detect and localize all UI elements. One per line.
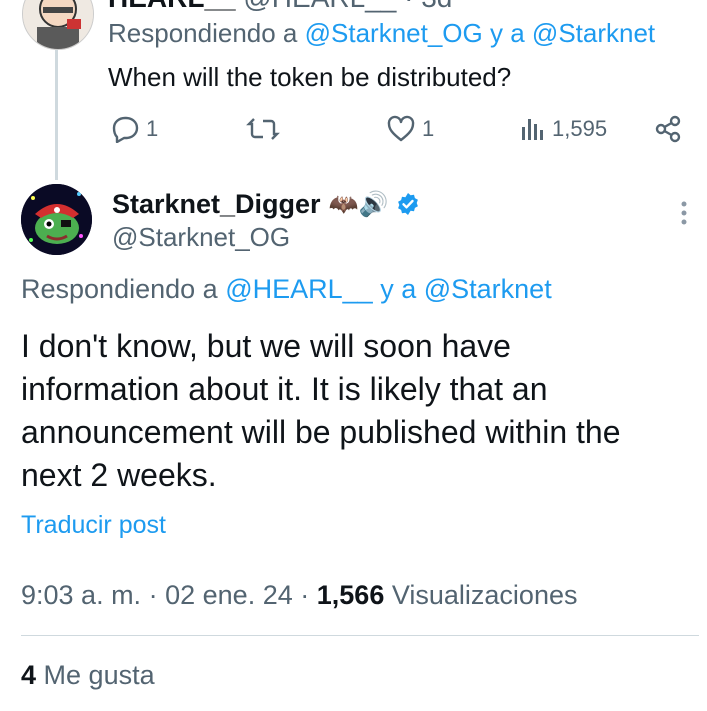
parent-avatar[interactable] xyxy=(22,0,94,50)
likes-summary[interactable]: 4 Me gusta xyxy=(21,660,155,691)
main-mention-1[interactable]: @HEARL__ xyxy=(225,274,372,304)
divider xyxy=(21,635,699,636)
post-date[interactable]: 02 ene. 24 xyxy=(165,580,293,610)
post-text: I don't know, but we will soon have info… xyxy=(21,328,621,493)
like-button[interactable]: 1 xyxy=(386,113,434,145)
likes-total: 4 xyxy=(21,660,37,690)
parent-header: HEARL__ @HEARL__ · 3d xyxy=(108,0,452,14)
parent-separator: · xyxy=(404,0,413,13)
views-total: 1,566 xyxy=(316,580,385,610)
thread-connector-line xyxy=(55,50,58,180)
heart-icon xyxy=(387,115,415,142)
views-count: 1,595 xyxy=(552,116,608,141)
name-emoji: 🦇🔊 xyxy=(328,190,389,218)
parent-replying-and: y a xyxy=(490,18,525,48)
views-button[interactable]: 1,595 xyxy=(520,113,607,145)
author-name[interactable]: Starknet_Digger xyxy=(112,189,321,220)
retweet-icon xyxy=(246,118,280,140)
parent-replying-to: Respondiendo a @Starknet_OG y a @Starkne… xyxy=(108,18,655,49)
meta-separator: · xyxy=(148,580,158,610)
retweet-button[interactable] xyxy=(246,113,280,145)
parent-time[interactable]: 3d xyxy=(421,0,452,13)
like-count: 1 xyxy=(422,116,435,141)
parent-text: When will the token be distributed? xyxy=(108,62,512,92)
main-replying-to: Respondiendo a @HEARL__ y a @Starknet xyxy=(21,274,552,305)
share-button[interactable] xyxy=(654,113,682,145)
parent-mention-1[interactable]: @Starknet_OG xyxy=(305,18,483,48)
meta-separator: · xyxy=(300,580,310,610)
parent-author-handle[interactable]: @HEARL__ xyxy=(243,0,396,13)
main-mention-2[interactable]: @Starknet xyxy=(424,274,552,304)
main-replying-prefix: Respondiendo a xyxy=(21,274,218,304)
views-bars-icon xyxy=(522,119,543,140)
author-avatar[interactable] xyxy=(21,184,92,255)
parent-replying-prefix: Respondiendo a xyxy=(108,18,298,48)
parent-author-name[interactable]: HEARL__ xyxy=(108,0,236,13)
post-time[interactable]: 9:03 a. m. xyxy=(21,580,141,610)
verified-badge-icon xyxy=(398,193,419,215)
author-name-row: Starknet_Digger 🦇🔊 xyxy=(112,186,420,222)
post-metadata: 9:03 a. m. · 02 ene. 24 · 1,566 Visualiz… xyxy=(21,580,577,611)
likes-label: Me gusta xyxy=(43,660,155,690)
reply-count: 1 xyxy=(146,116,159,141)
more-options-icon[interactable] xyxy=(680,200,688,226)
author-handle[interactable]: @Starknet_OG xyxy=(112,222,290,253)
reply-button[interactable]: 1 xyxy=(110,113,158,145)
translate-post-link[interactable]: Traducir post xyxy=(21,511,166,540)
parent-mention-2[interactable]: @Starknet xyxy=(532,18,655,48)
reply-icon xyxy=(112,116,139,143)
views-label: Visualizaciones xyxy=(391,580,578,610)
parent-more-icon[interactable] xyxy=(680,0,688,6)
share-icon xyxy=(655,115,681,143)
main-replying-and: y a xyxy=(380,274,417,304)
